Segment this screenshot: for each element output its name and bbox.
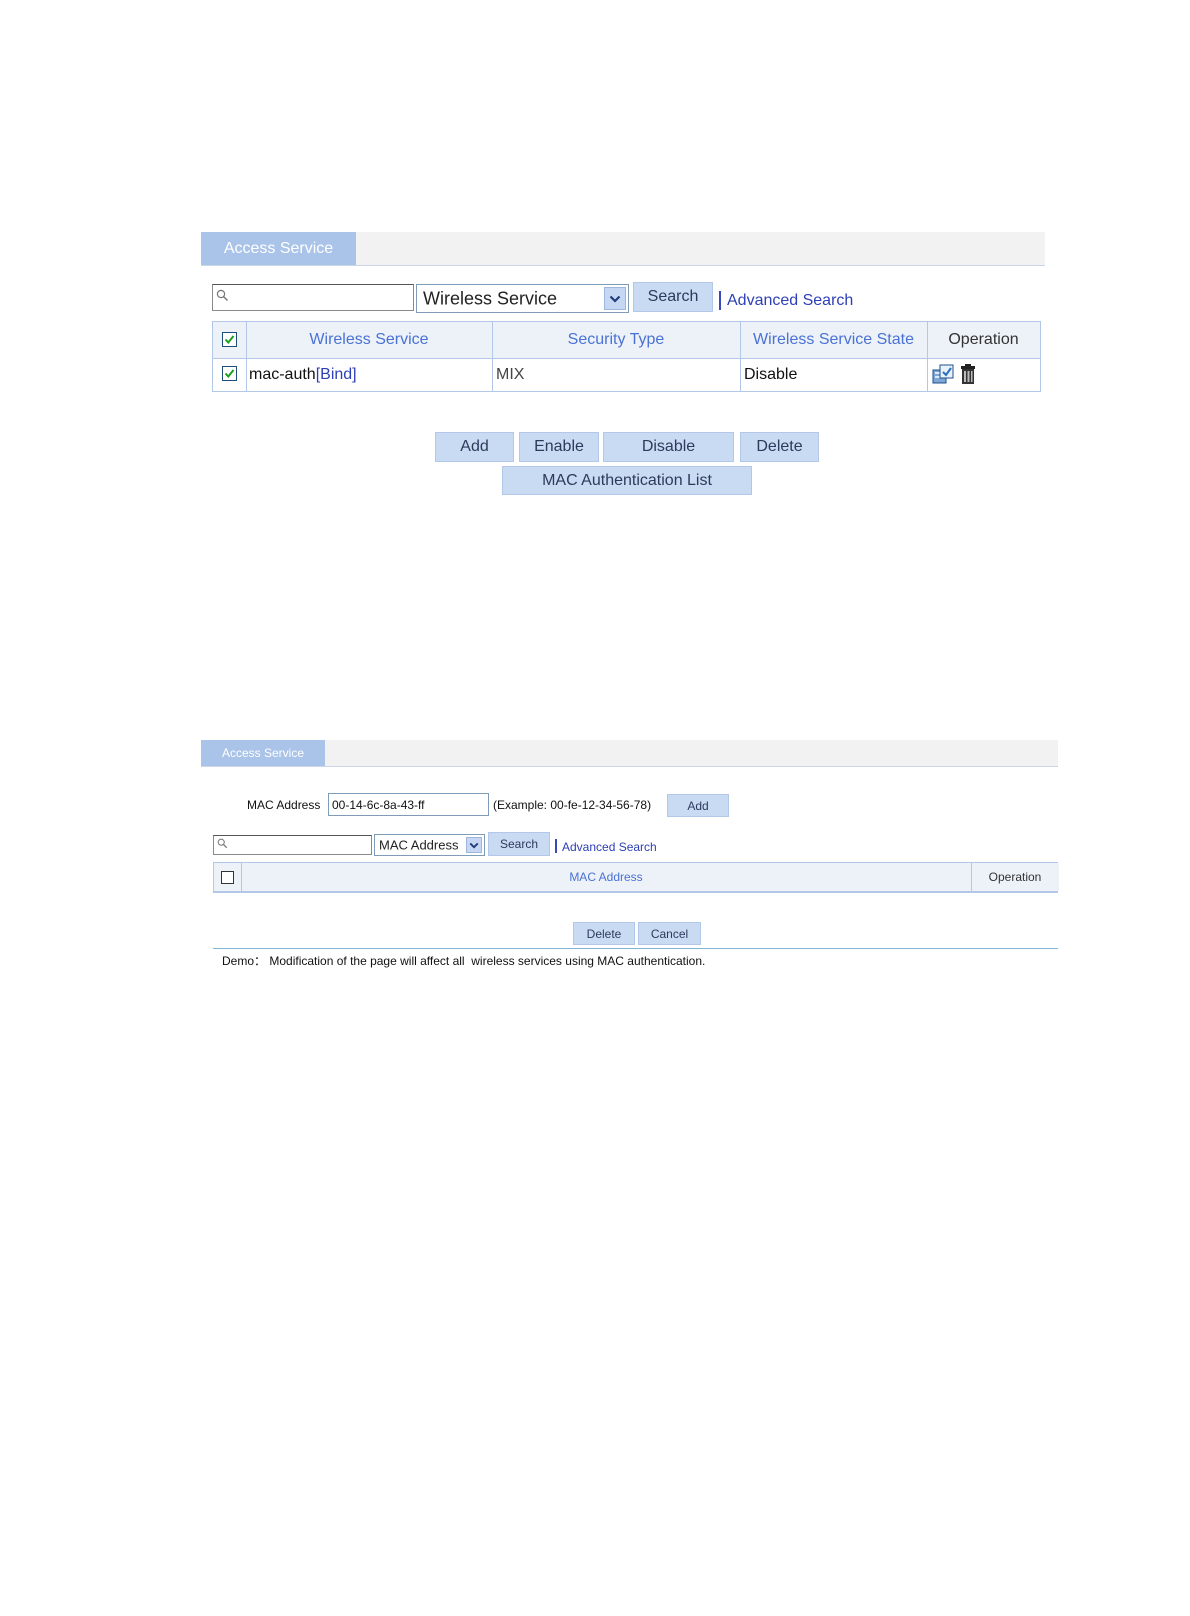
enable-button-label: Enable <box>534 438 584 455</box>
search-button-label: Search <box>499 837 539 851</box>
checkbox-checked-icon <box>224 369 235 379</box>
mac-list-button-label: MAC Authentication List <box>542 471 712 489</box>
chevron-down-icon <box>466 837 482 853</box>
row-operation-cell <box>931 358 1031 390</box>
select-all-checkbox[interactable] <box>221 871 234 884</box>
select-value: Wireless Service <box>423 288 558 308</box>
header-label: Security Type <box>567 331 665 348</box>
add-button-label: Add <box>460 438 489 455</box>
checkbox-checked-icon <box>224 335 235 345</box>
separator <box>719 291 721 310</box>
mac-example-text: (Example: 00-fe-12-34-56-78) <box>493 798 652 812</box>
header-operation: Operation <box>971 863 1059 891</box>
select-value: MAC Address <box>379 837 459 853</box>
header-select-all-cell <box>214 863 241 891</box>
demo-note: Demo： Modification of the page will affe… <box>222 952 705 969</box>
row-checkbox[interactable] <box>222 366 237 381</box>
separator <box>555 839 557 853</box>
advanced-search-label: Advanced Search <box>562 840 657 854</box>
header-label: Operation <box>988 870 1042 884</box>
disable-button-label: Disable <box>641 438 696 455</box>
header-label: Operation <box>948 331 1019 348</box>
divider <box>740 322 741 391</box>
header-operation: Operation <box>927 322 1040 358</box>
add-button-label: Add <box>687 798 709 813</box>
tab-access-service[interactable]: Access Service <box>201 232 356 265</box>
search-button[interactable]: Search <box>488 832 550 856</box>
tab-bar: Access Service <box>201 740 1058 767</box>
add-mac-button[interactable]: Add <box>667 794 729 817</box>
access-service-panel: Access Service Wireless Service Search A… <box>0 0 1190 520</box>
header-service-state: Wireless Service State <box>740 322 927 358</box>
mac-address-value: 00-14-6c-8a-43-ff <box>332 797 425 812</box>
mac-address-input[interactable]: 00-14-6c-8a-43-ff <box>328 793 489 816</box>
delete-button[interactable]: Delete <box>573 922 635 945</box>
delete-button[interactable]: Delete <box>740 432 819 462</box>
search-icon <box>216 289 229 307</box>
search-input[interactable] <box>213 835 372 855</box>
divider <box>971 863 972 891</box>
delete-button-label: Delete <box>586 926 622 941</box>
row-state-cell: Disable <box>744 359 924 391</box>
edit-icon[interactable] <box>931 363 955 385</box>
cancel-button[interactable]: Cancel <box>638 922 701 945</box>
advanced-search-link[interactable]: Advanced Search <box>562 840 657 854</box>
mac-address-label: MAC Address <box>247 798 321 812</box>
header-label: Wireless Service State <box>753 331 914 348</box>
chevron-down-icon <box>604 287 626 310</box>
security-type: MIX <box>496 366 525 383</box>
mac-authentication-list-button[interactable]: MAC Authentication List <box>502 466 752 495</box>
search-field-select[interactable]: Wireless Service <box>416 284 629 313</box>
advanced-search-label: Advanced Search <box>727 292 854 309</box>
mac-address-table: MAC Address Operation <box>213 862 1059 893</box>
service-name: mac-auth <box>249 366 316 383</box>
delete-button-label: Delete <box>756 438 803 455</box>
tab-label: Access Service <box>221 746 305 760</box>
wireless-service-table: Wireless Service Security Type Wireless … <box>212 321 1041 392</box>
header-label: Wireless Service <box>309 331 429 348</box>
demo-text: Modification of the page will affect all… <box>269 954 706 968</box>
service-state: Disable <box>744 366 798 383</box>
header-security-type: Security Type <box>492 322 740 358</box>
demo-label: Demo： <box>222 954 267 968</box>
row-security-type-cell: MIX <box>496 359 736 391</box>
cancel-button-label: Cancel <box>650 926 689 941</box>
header-wireless-service: Wireless Service <box>246 322 492 358</box>
disable-button[interactable]: Disable <box>603 432 734 462</box>
divider <box>492 322 493 391</box>
tab-access-service[interactable]: Access Service <box>201 740 325 766</box>
search-button[interactable]: Search <box>633 282 713 312</box>
advanced-search-link[interactable]: Advanced Search <box>727 292 853 310</box>
select-all-checkbox[interactable] <box>222 332 237 347</box>
divider <box>246 322 247 391</box>
row-service-name-cell: mac-auth [Bind] <box>249 359 489 391</box>
header-label: MAC Address <box>569 870 643 884</box>
tab-bar: Access Service <box>201 232 1045 266</box>
search-button-label: Search <box>647 288 699 305</box>
search-field-select[interactable]: MAC Address <box>374 834 485 856</box>
header-mac-address: MAC Address <box>241 863 971 891</box>
enable-button[interactable]: Enable <box>519 432 599 462</box>
divider <box>241 863 242 891</box>
tab-label: Access Service <box>223 239 334 257</box>
search-input[interactable] <box>212 284 414 311</box>
divider <box>927 322 928 391</box>
mac-authentication-panel: Access Service MAC Address 00-14-6c-8a-4… <box>0 720 1190 980</box>
demo-divider <box>213 948 1058 949</box>
trash-icon[interactable] <box>959 363 977 385</box>
search-icon <box>217 836 228 854</box>
add-button[interactable]: Add <box>435 432 514 462</box>
bind-link[interactable]: [Bind] <box>316 366 357 384</box>
